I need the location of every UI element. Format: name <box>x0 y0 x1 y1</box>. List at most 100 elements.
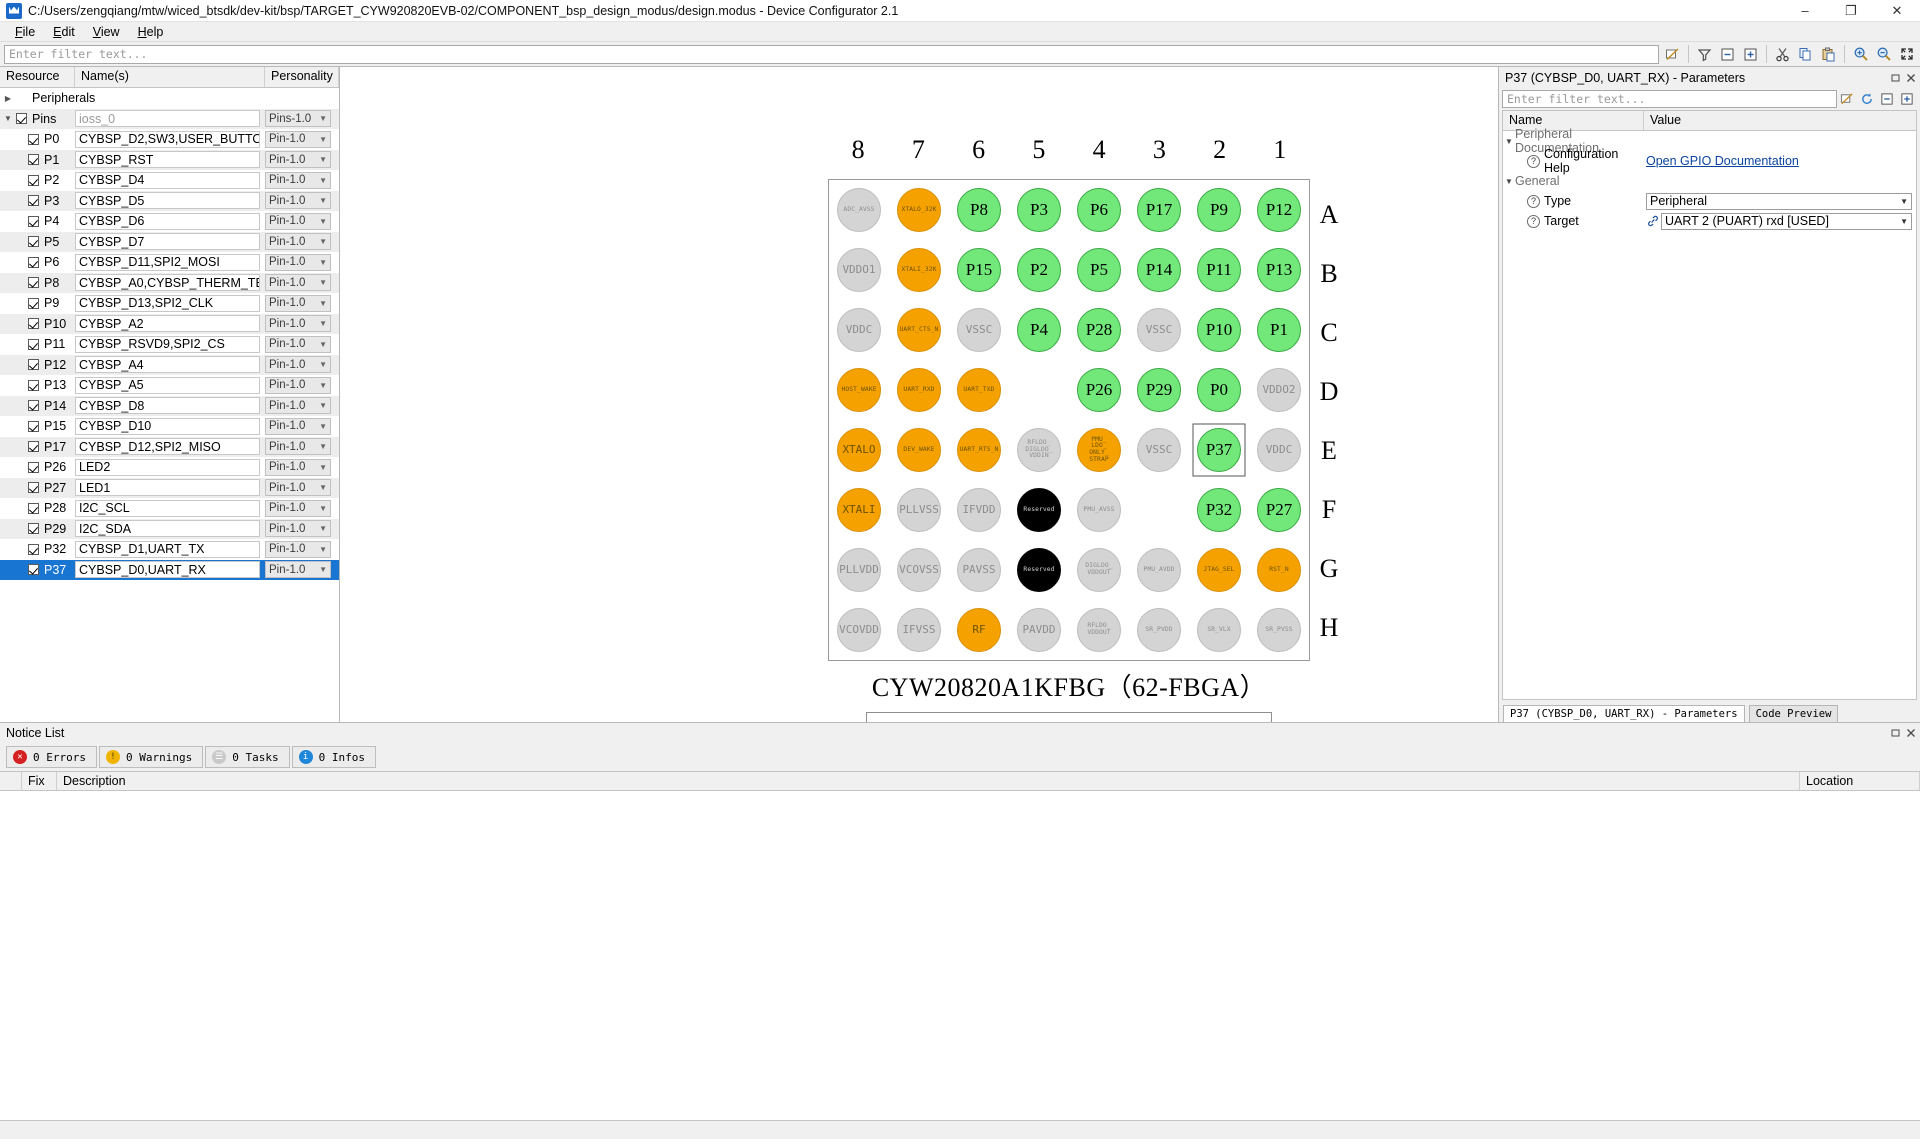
pin-row-p15[interactable]: P15 CYBSP_D10 Pin-1.0 ▼ <box>0 416 339 437</box>
chevron-down-icon[interactable]: ▼ <box>319 422 327 431</box>
ball-cell-B1[interactable]: P13 <box>1249 240 1309 300</box>
ball-ADC_AVSS[interactable]: ADC_AVSS <box>837 188 881 232</box>
panel-close-icon[interactable] <box>1905 72 1917 84</box>
ball-VDDO2[interactable]: VDDO2 <box>1257 368 1301 412</box>
checkbox-p6[interactable] <box>28 256 39 268</box>
ball-cell-G1[interactable]: RST_N <box>1249 540 1309 600</box>
chevron-down-icon[interactable]: ▼ <box>319 299 327 308</box>
name-input[interactable]: CYBSP_A2 <box>75 315 260 333</box>
ball-IFVDD[interactable]: IFVDD <box>957 488 1001 532</box>
ball-cell-F7[interactable]: PLLVSS <box>889 480 949 540</box>
ball-cell-C7[interactable]: UART_CTS_N <box>889 300 949 360</box>
personality-select[interactable]: Pin-1.0 ▼ <box>265 294 331 312</box>
help-icon[interactable]: ? <box>1527 214 1540 228</box>
ball-SR_VLX[interactable]: SR_VLX <box>1197 608 1241 652</box>
ball-P3[interactable]: P3 <box>1017 188 1061 232</box>
ball-cell-H8[interactable]: VCOVDD <box>829 600 889 660</box>
expand-all-icon[interactable] <box>1739 44 1762 65</box>
parameters-filter-input[interactable]: Enter filter text... <box>1502 90 1837 108</box>
ball-cell-H5[interactable]: PAVDD <box>1009 600 1069 660</box>
name-input[interactable]: CYBSP_D12,SPI2_MISO <box>75 438 260 456</box>
pin-row-p27[interactable]: P27 LED1 Pin-1.0 ▼ <box>0 477 339 498</box>
pin-row-p2[interactable]: P2 CYBSP_D4 Pin-1.0 ▼ <box>0 170 339 191</box>
filter-input[interactable]: Enter filter text... <box>4 44 1659 64</box>
ball-XTALI[interactable]: XTALI <box>837 488 881 532</box>
checkbox-p2[interactable] <box>28 174 39 186</box>
ball-P9[interactable]: P9 <box>1197 188 1241 232</box>
ball-XTALO[interactable]: XTALO <box>837 428 881 472</box>
ball-P11[interactable]: P11 <box>1197 248 1241 292</box>
ball-P17[interactable]: P17 <box>1137 188 1181 232</box>
parameters-refresh-icon[interactable] <box>1857 90 1877 108</box>
ball-cell-A2[interactable]: P9 <box>1189 180 1249 240</box>
ball-cell-A8[interactable]: ADC_AVSS <box>829 180 889 240</box>
ball-cell-C1[interactable]: P1 <box>1249 300 1309 360</box>
ball-cell-E2[interactable]: P37 <box>1189 420 1249 480</box>
name-input[interactable]: CYBSP_D2,SW3,USER_BUTTON1 <box>75 130 260 148</box>
chevron-down-icon[interactable]: ▼ <box>319 196 327 205</box>
chevron-down-icon[interactable]: ▼ <box>319 442 327 451</box>
notice-close-icon[interactable] <box>1905 727 1917 739</box>
ball-VSSC[interactable]: VSSC <box>957 308 1001 352</box>
name-input[interactable]: CYBSP_RSVD9,SPI2_CS <box>75 335 260 353</box>
ball-cell-H4[interactable]: RFLDO_ VDDOUT <box>1069 600 1129 660</box>
zoom-in-icon[interactable] <box>1849 44 1872 65</box>
checkbox-p37[interactable] <box>28 564 39 576</box>
ball-cell-F6[interactable]: IFVDD <box>949 480 1009 540</box>
notice-column-fix[interactable]: Fix <box>22 772 57 790</box>
parameter-row-general[interactable]: ▼ General <box>1503 171 1916 191</box>
ball-cell-E5[interactable]: RFLDO_ DIGLDO_ VDDIN <box>1009 420 1069 480</box>
ball-cell-B6[interactable]: P15 <box>949 240 1009 300</box>
link-chain-icon[interactable] <box>1646 215 1659 227</box>
ball-VDDC[interactable]: VDDC <box>1257 428 1301 472</box>
ball-cell-H6[interactable]: RF <box>949 600 1009 660</box>
ball-cell-B4[interactable]: P5 <box>1069 240 1129 300</box>
help-icon[interactable]: ? <box>1527 194 1540 208</box>
checkbox-p5[interactable] <box>28 236 39 248</box>
personality-select[interactable]: Pin-1.0 ▼ <box>265 540 331 558</box>
ball-cell-C3[interactable]: VSSC <box>1129 300 1189 360</box>
checkbox-p10[interactable] <box>28 318 39 330</box>
chevron-down-icon[interactable]: ▼ <box>319 565 327 574</box>
name-input[interactable]: CYBSP_D11,SPI2_MOSI <box>75 253 260 271</box>
checkbox-pins[interactable] <box>16 113 27 125</box>
parameters-expand-icon[interactable] <box>1897 90 1917 108</box>
ball-UART_RXD[interactable]: UART_RXD <box>897 368 941 412</box>
ball-VDDO1[interactable]: VDDO1 <box>837 248 881 292</box>
personality-select[interactable]: Pin-1.0 ▼ <box>265 212 331 230</box>
menu-item-help[interactable]: Help <box>129 23 173 41</box>
personality-select[interactable]: Pin-1.0 ▼ <box>265 438 331 456</box>
ball-RFLDO_VDDOUT[interactable]: RFLDO_ VDDOUT <box>1077 608 1121 652</box>
ball-cell-G5[interactable]: Reserved <box>1009 540 1069 600</box>
menu-item-edit[interactable]: Edit <box>44 23 84 41</box>
ball-cell-D1[interactable]: VDDO2 <box>1249 360 1309 420</box>
checkbox-p11[interactable] <box>28 338 39 350</box>
zoom-out-icon[interactable] <box>1872 44 1895 65</box>
ball-P32[interactable]: P32 <box>1197 488 1241 532</box>
copy-icon[interactable] <box>1794 44 1817 65</box>
name-input[interactable]: I2C_SCL <box>75 499 260 517</box>
chevron-down-icon[interactable]: ▼ <box>319 381 327 390</box>
ball-VCOVSS[interactable]: VCOVSS <box>897 548 941 592</box>
ball-cell-C6[interactable]: VSSC <box>949 300 1009 360</box>
chevron-down-icon[interactable]: ▼ <box>1503 137 1515 146</box>
ball-VDDC[interactable]: VDDC <box>837 308 881 352</box>
ball-P8[interactable]: P8 <box>957 188 1001 232</box>
personality-select[interactable]: Pin-1.0 ▼ <box>265 499 331 517</box>
pin-row-p5[interactable]: P5 CYBSP_D7 Pin-1.0 ▼ <box>0 231 339 252</box>
tree-group-peripherals[interactable]: ▶ Peripherals <box>0 88 339 109</box>
name-input[interactable]: CYBSP_D7 <box>75 233 260 251</box>
personality-select[interactable]: Pin-1.0 ▼ <box>265 397 331 415</box>
parameter-row-target[interactable]: ? Target UART 2 (PUART) rxd [USED] ▼ <box>1503 211 1916 231</box>
chevron-down-icon[interactable]: ▼ <box>319 463 327 472</box>
pin-row-p4[interactable]: P4 CYBSP_D6 Pin-1.0 ▼ <box>0 211 339 232</box>
name-input[interactable]: LED2 <box>75 458 260 476</box>
menu-item-file[interactable]: File <box>6 23 44 41</box>
ball-cell-D4[interactable]: P26 <box>1069 360 1129 420</box>
checkbox-p0[interactable] <box>28 133 39 145</box>
close-button[interactable]: ✕ <box>1874 0 1920 22</box>
personality-select[interactable]: Pin-1.0 ▼ <box>265 151 331 169</box>
personality-select[interactable]: Pin-1.0 ▼ <box>265 520 331 538</box>
ball-IFVSS[interactable]: IFVSS <box>897 608 941 652</box>
name-input[interactable]: CYBSP_D6 <box>75 212 260 230</box>
